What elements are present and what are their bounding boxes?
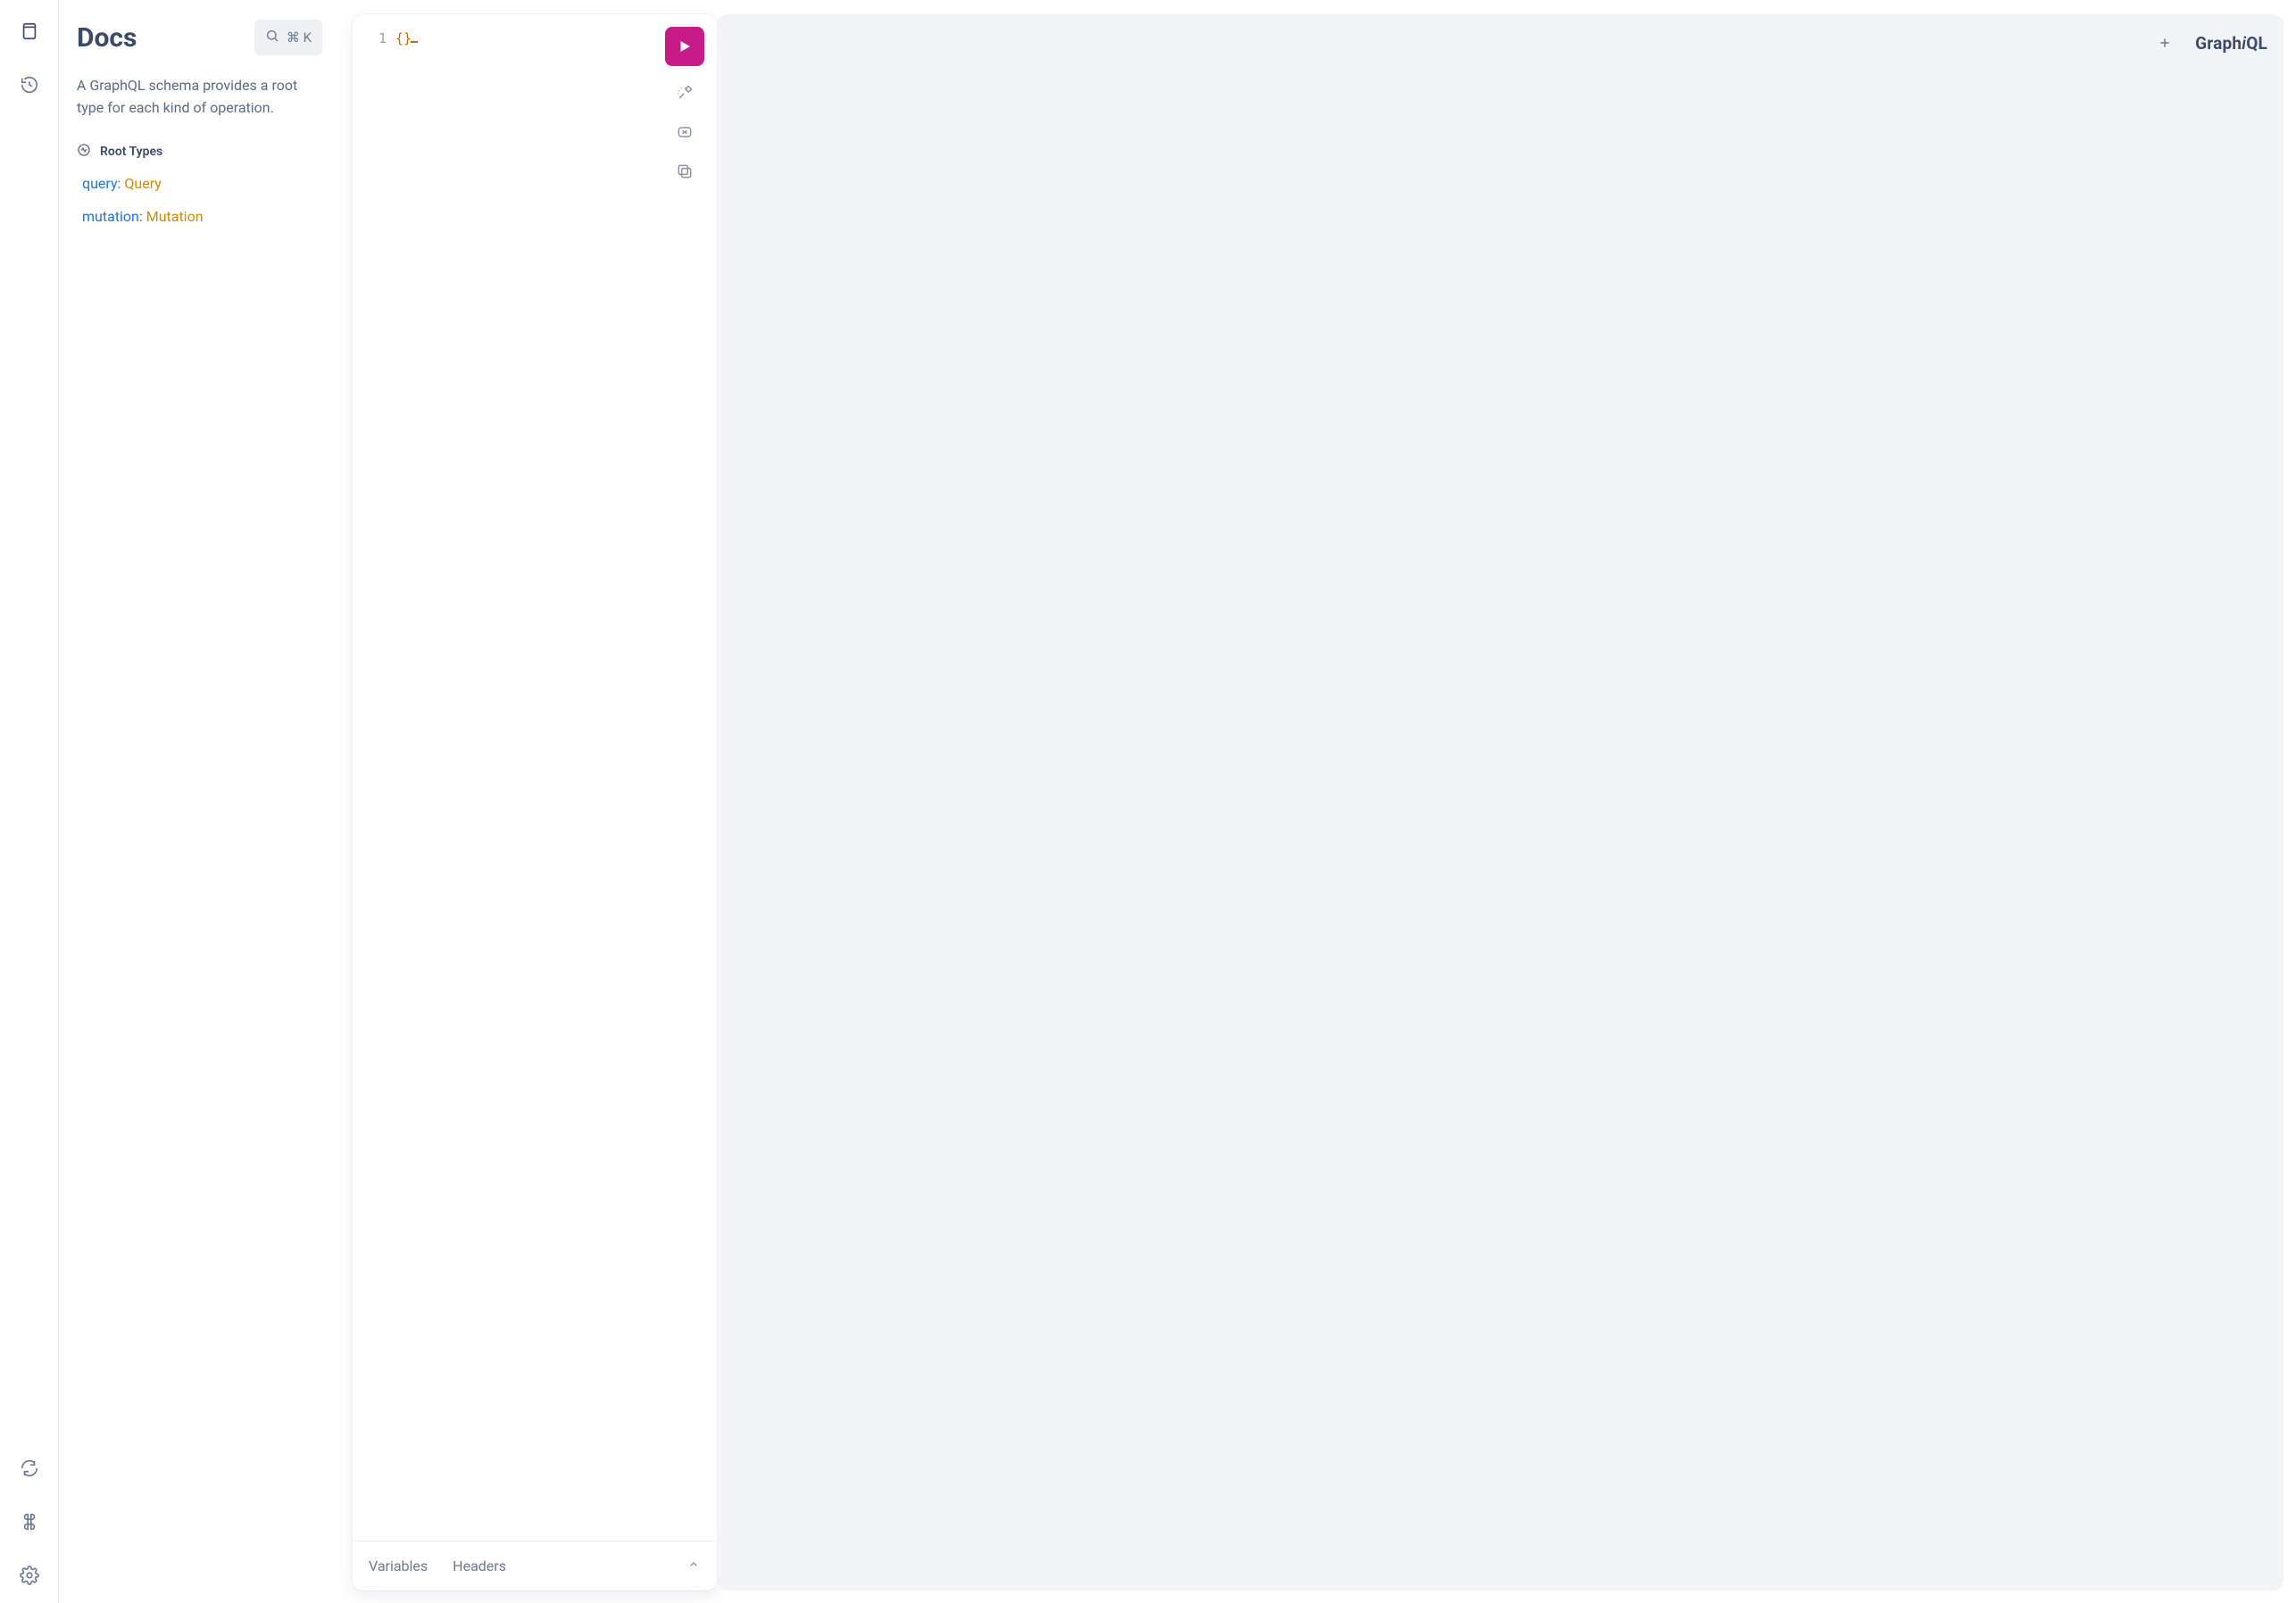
history-icon[interactable] [14,70,45,100]
refresh-icon[interactable] [14,1453,45,1483]
editor-code[interactable]: {} [395,30,418,1541]
merge-icon[interactable] [672,120,697,145]
root-type-mutation: mutation: Mutation [82,208,322,225]
search-button[interactable]: ⌘ K [254,20,322,55]
docs-description: A GraphQL schema provides a root type fo… [77,75,322,120]
headers-tab[interactable]: Headers [453,1557,506,1574]
docs-title: Docs [77,22,137,54]
logo-prefix: Graph [2195,33,2242,54]
sidebar-rail [0,0,59,1603]
search-shortcut-label: ⌘ K [287,29,312,46]
root-type-name[interactable]: Mutation [146,208,204,225]
variables-tab[interactable]: Variables [369,1557,428,1574]
root-type-key[interactable]: mutation [82,208,139,225]
docs-panel: Docs ⌘ K A GraphQL schema provides a roo… [59,0,340,1603]
pulse-icon [77,143,91,161]
logo-suffix: QL [2246,33,2267,54]
editor-gutter: 1 [353,30,395,1541]
root-types-label: Root Types [100,145,162,159]
add-tab-button[interactable] [2154,32,2175,54]
search-icon [265,29,279,46]
graphiql-logo: GraphiQL [2195,33,2267,54]
editor-footer: Variables Headers [353,1541,717,1591]
response-panel: GraphiQL [717,14,2284,1591]
query-editor[interactable]: 1 {} [353,14,717,1541]
code-content: {} [395,30,412,46]
root-type-query: query: Query [82,175,322,192]
editor-cursor [411,41,418,43]
copy-icon[interactable] [672,159,697,184]
settings-icon[interactable] [14,1560,45,1591]
editor-toolbar [665,27,704,184]
docs-icon[interactable] [14,16,45,46]
prettify-icon[interactable] [672,80,697,105]
chevron-up-icon[interactable] [686,1557,701,1575]
root-type-key[interactable]: query [82,175,118,192]
keyboard-shortcuts-icon[interactable] [14,1507,45,1537]
main-area: 1 {} Variables He [340,0,2296,1603]
root-types-header: Root Types [77,143,322,161]
line-number: 1 [353,30,387,46]
execute-button[interactable] [665,27,704,66]
query-editor-card: 1 {} Variables He [353,14,717,1591]
root-type-name[interactable]: Query [124,175,161,192]
